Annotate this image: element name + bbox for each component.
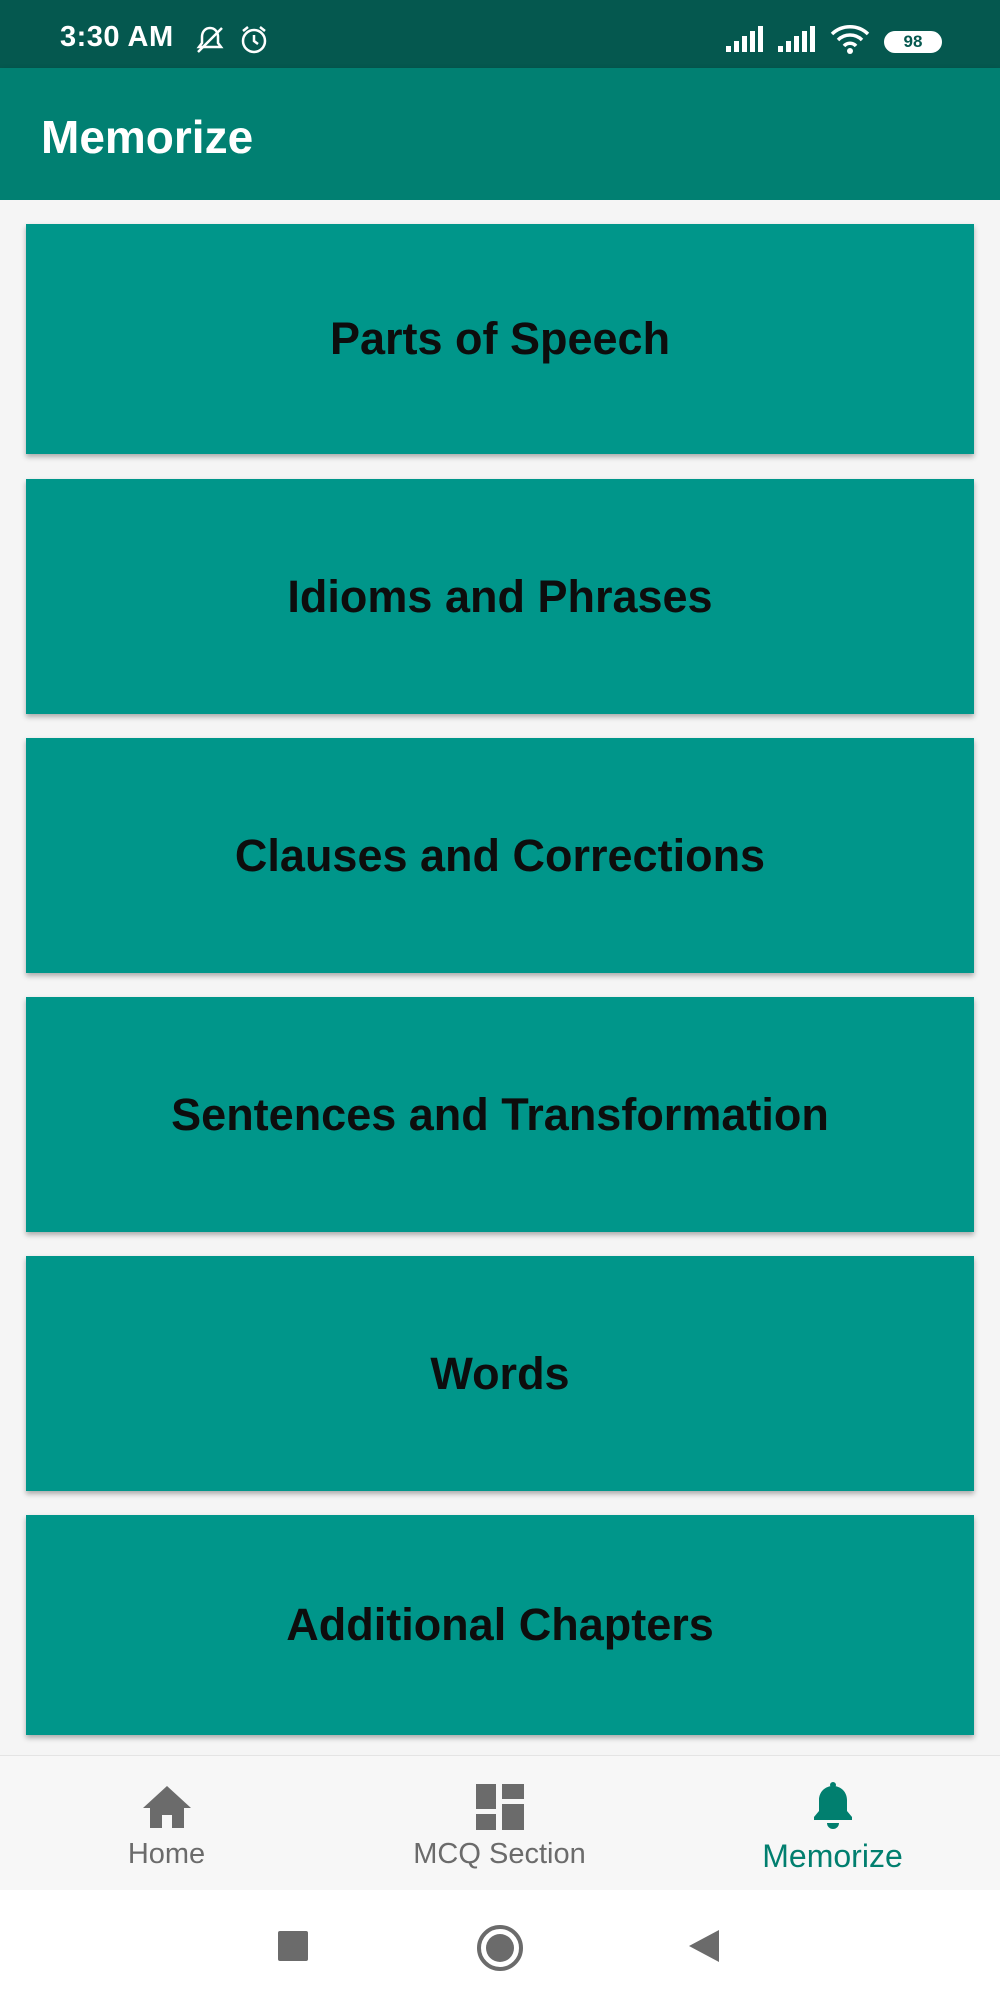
home-circle-icon[interactable] <box>476 1924 524 1977</box>
card-parts-of-speech[interactable]: Parts of Speech <box>26 224 974 454</box>
status-left-icons <box>194 24 270 61</box>
card-additional-chapters[interactable]: Additional Chapters <box>26 1515 974 1735</box>
card-words[interactable]: Words <box>26 1256 974 1491</box>
nav-label: Memorize <box>762 1838 903 1874</box>
status-bar: 3:30 AM 98 <box>0 0 1000 68</box>
dashboard-icon <box>475 1780 524 1830</box>
battery-level: 98 <box>903 31 923 51</box>
content-area: Parts of Speech Idioms and Phrases Claus… <box>0 200 1000 1755</box>
page-title: Memorize <box>41 111 254 163</box>
system-navigation-bar <box>0 1890 1000 2000</box>
card-label: Additional Chapters <box>286 1599 714 1650</box>
status-time: 3:30 AM <box>60 21 174 53</box>
card-sentences-and-transformation[interactable]: Sentences and Transformation <box>26 997 974 1232</box>
status-right-icons: 98 <box>726 24 942 59</box>
nav-label: Home <box>127 1838 206 1870</box>
bell-icon <box>811 1780 855 1830</box>
signal-icon <box>778 26 816 57</box>
card-label: Parts of Speech <box>329 313 671 364</box>
nav-item-memorize[interactable]: Memorize <box>666 1756 999 1891</box>
nav-label: MCQ Section <box>413 1838 586 1870</box>
muted-bell-icon <box>194 24 226 61</box>
card-label: Idioms and Phrases <box>287 570 713 622</box>
app-bar: Memorize <box>0 68 1000 200</box>
card-clauses-and-corrections[interactable]: Clauses and Corrections <box>26 738 974 973</box>
wifi-icon <box>830 24 870 59</box>
home-icon <box>141 1780 193 1830</box>
nav-item-home[interactable]: Home <box>0 1756 333 1891</box>
battery-icon: 98 <box>884 30 942 53</box>
card-idioms-and-phrases[interactable]: Idioms and Phrases <box>26 479 974 714</box>
card-label: Clauses and Corrections <box>234 829 766 881</box>
recents-square-icon[interactable] <box>277 1930 309 1967</box>
signal-icon <box>726 26 764 57</box>
nav-item-mcq-section[interactable]: MCQ Section <box>333 1756 666 1891</box>
card-label: Words <box>430 1347 570 1399</box>
back-triangle-icon[interactable] <box>687 1928 721 1969</box>
card-label: Sentences and Transformation <box>171 1088 829 1140</box>
bottom-navigation: Home MCQ Section Memorize <box>0 1755 1000 1891</box>
alarm-icon <box>238 24 270 61</box>
